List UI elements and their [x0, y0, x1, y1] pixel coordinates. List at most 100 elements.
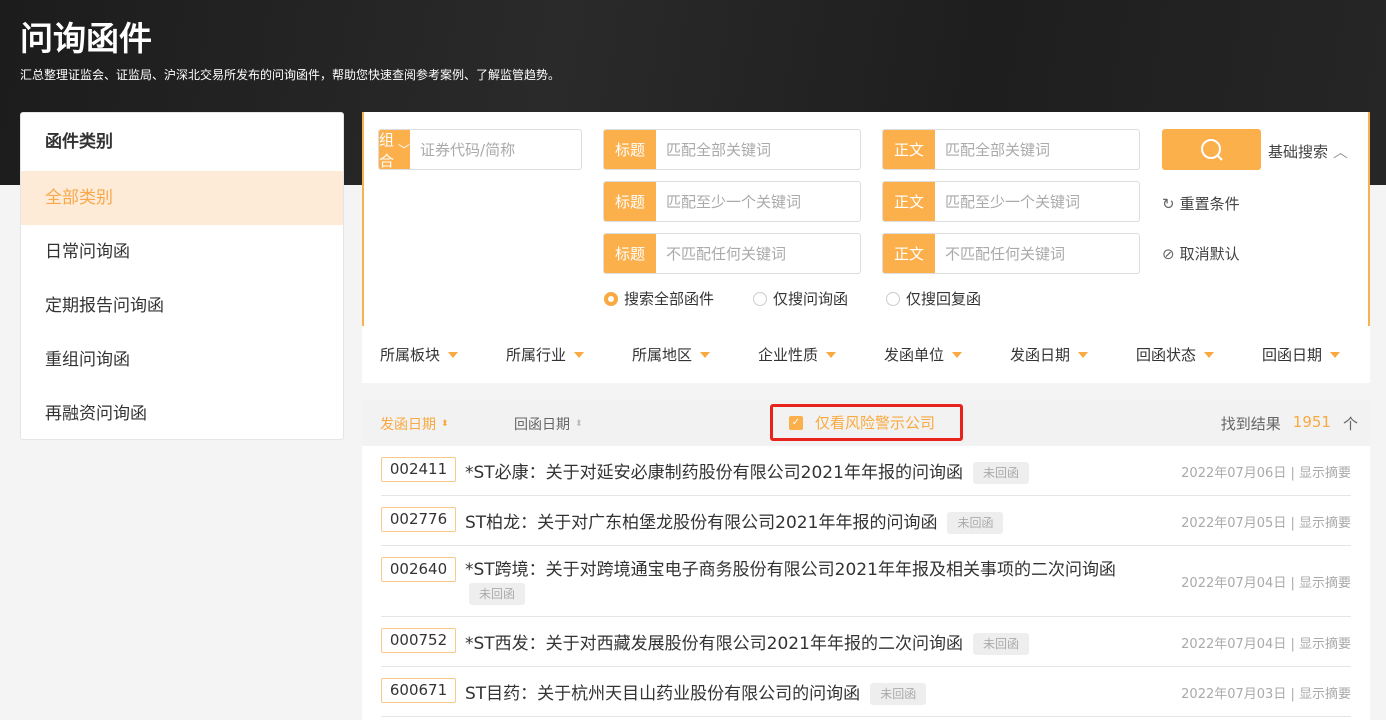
title-label: 标题 [604, 130, 656, 169]
sidebar-item-periodic[interactable]: 定期报告问询函 [21, 279, 343, 333]
results-list: 002411 *ST必康：关于对延安必康制药股份有限公司2021年年报的问询函未… [362, 446, 1370, 720]
chevron-down-icon: ﹀ [398, 143, 411, 157]
list-item: 600671 ST目药：关于杭州天目山药业股份有限公司的问询函 未回函 2022年… [381, 667, 1351, 717]
title-any-input[interactable] [656, 182, 860, 221]
radio-checked-icon [604, 291, 618, 306]
code-search: 组合 ﹀ [378, 129, 582, 170]
checkbox-checked-icon: ✓ [789, 415, 803, 430]
title-none-field: 标题 [603, 233, 861, 274]
filter-issuer[interactable]: 发函单位 [866, 344, 992, 365]
cancel-default-button[interactable]: ⊘ 取消默认 [1162, 243, 1240, 264]
sidebar-item-refinance[interactable]: 再融资问询函 [21, 387, 343, 441]
list-item: 002776 ST柏龙：关于对广东柏堡龙股份有限公司2021年年报的问询函 未回函… [381, 496, 1351, 546]
letter-date: 2022年07月05日 [1181, 516, 1287, 531]
letter-date: 2022年07月06日 [1181, 466, 1287, 481]
count-unit: 个 [1342, 415, 1358, 433]
status-badge: 未回函 [947, 512, 1004, 534]
title-all-field: 标题 [603, 129, 861, 170]
stock-code[interactable]: 600671 [381, 678, 456, 703]
filter-label: 发函单位 [884, 346, 945, 364]
search-button[interactable] [1162, 129, 1261, 170]
caret-down-icon [700, 351, 711, 358]
page-title: 问询函件 [20, 19, 152, 58]
reset-label: 重置条件 [1179, 195, 1240, 213]
chevron-up-icon: ︿ [1333, 143, 1349, 161]
filter-bar: 所属板块 所属行业 所属地区 企业性质 发函单位 发函日期 回函状态 回函日期 [362, 326, 1370, 383]
scope-all-radio[interactable]: 搜索全部函件 [604, 288, 714, 309]
sort-reply-date[interactable]: 回函日期 ⬍ [514, 414, 583, 434]
title-all-input[interactable] [656, 130, 860, 169]
radio-icon [886, 291, 900, 306]
status-badge: 未回函 [972, 462, 1029, 484]
filter-label: 所属板块 [380, 346, 441, 364]
reset-button[interactable]: ↻ 重置条件 [1162, 193, 1240, 214]
status-badge: 未回函 [972, 633, 1029, 655]
code-input[interactable] [410, 130, 581, 169]
list-item: 002640 *ST跨境：关于对跨境通宝电子商务股份有限公司2021年年报及相关… [381, 546, 1351, 617]
body-any-input[interactable] [935, 182, 1139, 221]
risk-only-checkbox[interactable]: ✓ 仅看风险警示公司 [770, 404, 963, 441]
sort-label: 回函日期 [514, 417, 570, 433]
risk-only-label: 仅看风险警示公司 [815, 414, 936, 432]
body-label: 正文 [883, 182, 935, 221]
results-header: 发函日期 ⬍ 回函日期 ⬍ ✓ 仅看风险警示公司 找到结果 1951 个 [362, 400, 1370, 446]
sidebar-item-all[interactable]: 全部类别 [21, 171, 343, 225]
body-all-input[interactable] [935, 130, 1139, 169]
sidebar-item-restructure[interactable]: 重组问询函 [21, 333, 343, 387]
title-none-input[interactable] [656, 234, 860, 273]
stock-code[interactable]: 002411 [381, 457, 456, 482]
sort-icon: ⬍ [441, 419, 449, 429]
body-none-input[interactable] [935, 234, 1139, 273]
letter-title-link[interactable]: *ST西发：关于对西藏发展股份有限公司2021年年报的二次问询函 [465, 634, 963, 654]
body-label: 正文 [883, 234, 935, 273]
filter-industry[interactable]: 所属行业 [488, 344, 614, 365]
sidebar-item-daily[interactable]: 日常问询函 [21, 225, 343, 279]
body-none-field: 正文 [882, 233, 1140, 274]
radio-icon [753, 291, 767, 306]
sort-send-date[interactable]: 发函日期 ⬍ [380, 414, 449, 434]
stock-code[interactable]: 002776 [381, 507, 456, 532]
filter-reply-date[interactable]: 回函日期 [1244, 344, 1370, 365]
scope-reply-radio[interactable]: 仅搜回复函 [886, 288, 981, 309]
stock-code[interactable]: 002640 [381, 557, 456, 582]
search-panel: 组合﹀ 标题 标题 标题 正文 正文 正文 基础搜索︿ ↻重置条件 ⊘取消默认 … [362, 112, 1370, 326]
show-summary-link[interactable]: 显示摘要 [1299, 516, 1351, 531]
letter-title-link[interactable]: ST柏龙：关于对广东柏堡龙股份有限公司2021年年报的问询函 [465, 513, 937, 533]
filter-label: 发函日期 [1010, 346, 1071, 364]
filter-region[interactable]: 所属地区 [614, 344, 740, 365]
letter-date: 2022年07月04日 [1181, 576, 1287, 591]
letter-title-link[interactable]: *ST跨境：关于对跨境通宝电子商务股份有限公司2021年年报及相关事项的二次问询… [465, 560, 1116, 580]
basic-search-label: 基础搜索 [1268, 143, 1329, 161]
stock-code[interactable]: 000752 [381, 628, 456, 653]
found-label: 找到结果 [1220, 415, 1281, 433]
filter-ownership[interactable]: 企业性质 [740, 344, 866, 365]
scope-inquiry-label: 仅搜问询函 [773, 290, 849, 308]
filter-send-date[interactable]: 发函日期 [992, 344, 1118, 365]
combo-dropdown[interactable]: 组合 ﹀ [379, 130, 411, 169]
status-badge: 未回函 [870, 683, 927, 705]
filter-label: 回函日期 [1262, 346, 1323, 364]
body-label: 正文 [883, 130, 935, 169]
show-summary-link[interactable]: 显示摘要 [1299, 687, 1351, 702]
refresh-icon: ↻ [1162, 194, 1175, 213]
filter-board[interactable]: 所属板块 [362, 344, 488, 365]
count-value: 1951 [1292, 413, 1331, 431]
show-summary-link[interactable]: 显示摘要 [1299, 576, 1351, 591]
filter-reply-status[interactable]: 回函状态 [1118, 344, 1244, 365]
title-any-field: 标题 [603, 181, 861, 222]
letter-title-link[interactable]: *ST必康：关于对延安必康制药股份有限公司2021年年报的问询函 [465, 463, 963, 483]
basic-search-toggle[interactable]: 基础搜索 ︿ [1268, 141, 1348, 162]
show-summary-link[interactable]: 显示摘要 [1299, 466, 1351, 481]
letter-title-link[interactable]: ST目药：关于杭州天目山药业股份有限公司的问询函 [465, 684, 860, 704]
result-count: 找到结果 1951 个 [1221, 413, 1358, 434]
caret-down-icon [448, 351, 459, 358]
filter-label: 所属地区 [632, 346, 693, 364]
caret-down-icon [826, 351, 837, 358]
sidebar-title: 函件类别 [45, 132, 113, 152]
body-all-field: 正文 [882, 129, 1140, 170]
page-subtitle: 汇总整理证监会、证监局、沪深北交易所发布的问询函件，帮助您快速查阅参考案例、了解… [20, 68, 561, 82]
show-summary-link[interactable]: 显示摘要 [1299, 637, 1351, 652]
status-badge: 未回函 [469, 583, 526, 605]
search-icon [1200, 138, 1223, 161]
scope-inquiry-radio[interactable]: 仅搜问询函 [753, 288, 848, 309]
